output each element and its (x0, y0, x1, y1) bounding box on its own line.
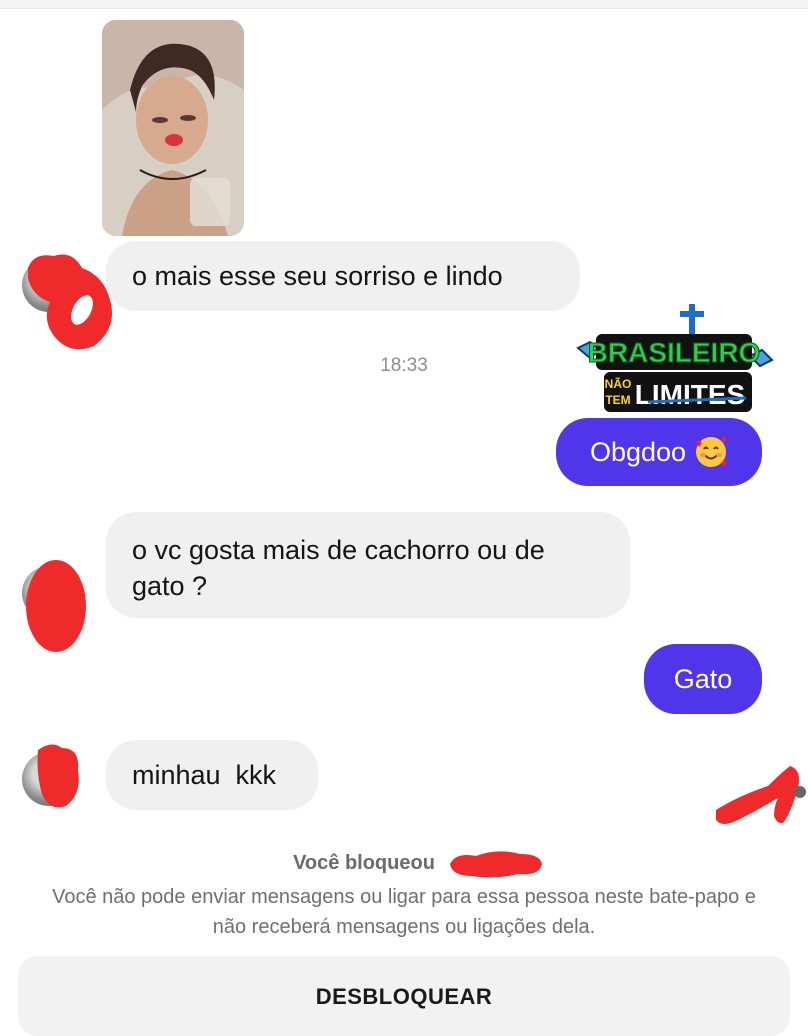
message-bubble-incoming[interactable]: o vc gosta mais de cachorro ou de gato ? (106, 512, 630, 618)
message-text: o vc gosta mais de cachorro ou de gato ? (132, 535, 545, 601)
message-bubble-incoming[interactable]: o mais esse seu sorriso e lindo (106, 241, 580, 311)
logo-nao: NÃO (605, 376, 632, 391)
redaction-mark (716, 766, 806, 824)
message-text: Obgdoo (589, 437, 687, 467)
received-photo[interactable] (102, 20, 244, 236)
message-text: minhau kkk (132, 760, 277, 790)
redaction-mark (37, 744, 79, 808)
blocked-title-text: Você bloqueou (293, 852, 435, 874)
message-bubble-outgoing[interactable]: Gato (644, 644, 762, 714)
message-bubble-outgoing[interactable]: Obgdoo (556, 418, 762, 486)
redaction-mark (450, 851, 542, 878)
logo-tem: TEM (605, 393, 630, 407)
message-text: Gato (673, 664, 733, 694)
blocked-description: Você não pode enviar mensagens ou ligar … (52, 886, 756, 938)
timestamp: 18:33 (380, 355, 428, 376)
message-text: o mais esse seu sorriso e lindo (132, 261, 503, 291)
redaction-mark (26, 560, 86, 652)
brasileiro-nao-tem-limites-logo: BRASILEIRO NÃO TEM LIMITES (576, 304, 774, 412)
unblock-button[interactable]: DESBLOQUEAR (18, 956, 790, 1036)
unblock-button-label: DESBLOQUEAR (315, 984, 493, 1009)
logo-line1: BRASILEIRO (588, 337, 761, 368)
redaction-mark (28, 254, 112, 350)
logo-line2: LIMITES (635, 379, 745, 410)
message-bubble-incoming[interactable]: minhau kkk (106, 740, 318, 810)
blocked-title: Você bloqueou (0, 852, 808, 875)
top-strip (0, 0, 808, 9)
smiling-face-with-hearts-icon (696, 436, 728, 467)
